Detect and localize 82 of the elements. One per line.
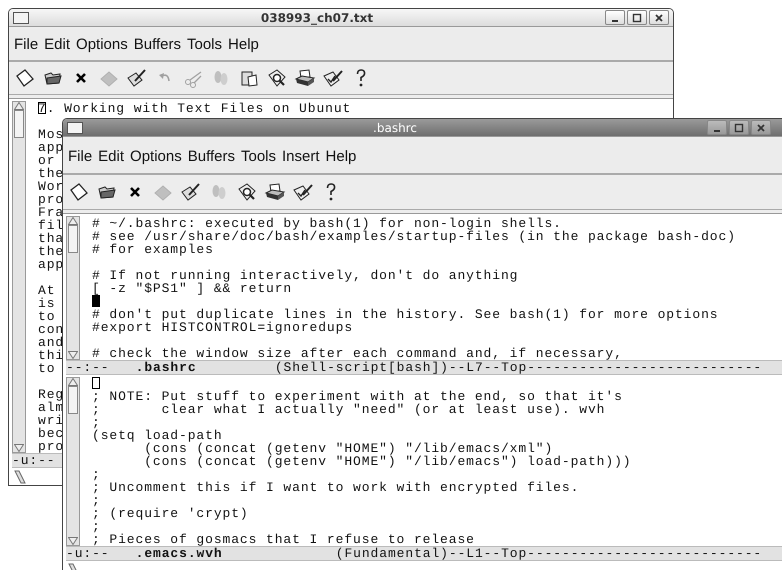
text-line: app — [38, 257, 64, 272]
text-line: # check the window size after each command and, if necessary, — [92, 346, 623, 361]
text-line: pro — [38, 192, 64, 207]
minimize-button[interactable] — [605, 10, 625, 25]
menu-item[interactable]: Edit — [44, 36, 70, 53]
text-line: # for examples — [92, 242, 214, 257]
printer-icon[interactable] — [294, 67, 316, 89]
text-line: # see /usr/share/doc/bash/examples/startup-files (in the package bash-doc) — [92, 229, 736, 244]
text-line: Fra — [38, 205, 64, 220]
text-line: the — [38, 166, 64, 181]
text-line: fil — [38, 218, 64, 233]
text-line: and — [38, 335, 64, 350]
minimize-button[interactable] — [707, 120, 727, 135]
menu-item[interactable]: Insert — [282, 148, 320, 164]
text-line: # If not running interactively, don't do anything — [92, 268, 518, 283]
text-line: to — [38, 309, 56, 324]
text-line: Mos — [38, 127, 64, 142]
text-line: to — [38, 361, 56, 376]
text-line: or — [38, 153, 56, 168]
text-line: tha — [38, 231, 64, 246]
text-line: ; — [92, 493, 101, 508]
text-line: ; clear what I actually "need" (or at least use). wvh — [92, 402, 606, 417]
text-line: is — [38, 296, 56, 311]
text-line: Reg — [38, 387, 64, 402]
close-button[interactable] — [751, 120, 771, 135]
menu-item[interactable]: Tools — [186, 36, 222, 53]
menu-item[interactable]: Help — [326, 148, 356, 164]
disk-pen-icon[interactable] — [126, 67, 148, 89]
text-line: ; — [92, 415, 101, 430]
text-line: thi — [38, 348, 64, 363]
text-line: ; NOTE: Put stuff to experiment with at the end, so that it's — [92, 389, 623, 404]
text-line: # ~/.bashrc: executed by bash(1) for non-login shells. — [92, 216, 562, 231]
printer-icon[interactable] — [264, 181, 286, 203]
text-line: (cons (concat (getenv "HOME") "/lib/emacs") load-path))) — [143, 454, 632, 469]
text-line: # don't put duplicate lines in the history. See bash(1) for more options — [92, 307, 718, 322]
menu-item[interactable]: Buffers — [188, 148, 235, 164]
window-menu-icon[interactable] — [67, 122, 83, 134]
close-button[interactable] — [649, 10, 669, 25]
menu-item[interactable]: Tools — [240, 148, 276, 164]
text-line: ; Uncomment this if I want to work with encrypted files. — [92, 480, 580, 495]
text-line: (cons (concat (getenv "HOME") "/lib/emacs/xml") — [143, 441, 554, 456]
window-title: .bashrc — [372, 120, 418, 134]
text-line: [ -z "$PS1" ] && return — [92, 281, 292, 296]
text-line: con — [38, 322, 64, 337]
text-line: Wor — [38, 179, 64, 194]
text-line: ; — [92, 519, 101, 534]
search-icon[interactable] — [236, 181, 258, 203]
new-file-icon[interactable] — [14, 67, 36, 89]
text-line: (setq load-path — [92, 428, 223, 443]
scroll-bar[interactable] — [66, 377, 80, 546]
text-line: app — [38, 140, 64, 155]
scroll-bar[interactable] — [12, 101, 26, 453]
text-line: ; — [92, 467, 101, 482]
text-line: At — [38, 283, 56, 298]
maximize-icon — [632, 12, 642, 22]
window-menu-icon[interactable] — [13, 12, 29, 24]
text-line: the — [38, 244, 64, 259]
minimize-icon — [714, 130, 720, 132]
text-line: ; (require 'crypt) — [92, 506, 249, 521]
text-line: wri — [38, 413, 64, 428]
menu-item[interactable]: Edit — [98, 148, 124, 164]
search-icon[interactable] — [266, 67, 288, 89]
text-line: bec — [38, 426, 64, 441]
menu-item[interactable]: Options — [76, 36, 128, 53]
menu-item[interactable]: Buffers — [134, 36, 181, 53]
maximize-icon — [734, 122, 744, 132]
text-line: pro — [38, 439, 64, 454]
window-title: 038993_ch07.txt — [260, 10, 374, 24]
minimize-icon — [612, 20, 618, 22]
text-line: ; Pieces of gosmacs that I refuse to release — [92, 532, 475, 547]
close-icon — [756, 122, 766, 132]
text-line: #export HISTCONTROL=ignoredups — [92, 320, 354, 335]
new-file-icon[interactable] — [68, 181, 90, 203]
maximize-button[interactable] — [729, 120, 749, 135]
maximize-button[interactable] — [627, 10, 647, 25]
close-icon — [654, 12, 664, 22]
disk-pen-icon[interactable] — [180, 181, 202, 203]
menu-item[interactable]: File — [14, 36, 38, 53]
scroll-bar[interactable] — [66, 216, 80, 360]
menu-item[interactable]: Options — [130, 148, 182, 164]
menu-item[interactable]: File — [68, 148, 92, 164]
menu-item[interactable]: Help — [228, 36, 259, 53]
